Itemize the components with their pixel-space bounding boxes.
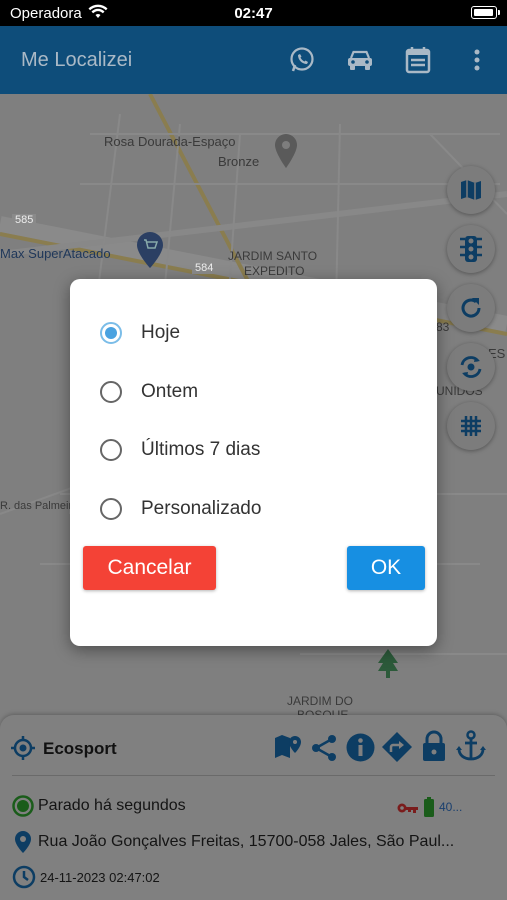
option-ontem-label: Ontem xyxy=(141,381,199,402)
period-selection-dialog: Hoje Ontem Últimos 7 dias Personalizado … xyxy=(70,279,437,646)
radio-ontem[interactable] xyxy=(100,381,122,403)
option-ontem[interactable]: Ontem xyxy=(100,377,198,407)
radio-personalizado[interactable] xyxy=(100,498,122,520)
option-personalizado[interactable]: Personalizado xyxy=(100,494,261,524)
option-ultimos-7-dias-label: Últimos 7 dias xyxy=(141,439,261,460)
option-hoje[interactable]: Hoje xyxy=(100,318,180,348)
cancel-button[interactable]: Cancelar xyxy=(83,546,216,590)
option-ultimos-7-dias[interactable]: Últimos 7 dias xyxy=(100,435,260,465)
radio-ultimos-7-dias[interactable] xyxy=(100,439,122,461)
option-personalizado-label: Personalizado xyxy=(141,498,262,519)
modal-overlay[interactable]: Hoje Ontem Últimos 7 dias Personalizado … xyxy=(0,0,507,900)
ok-button[interactable]: OK xyxy=(347,546,425,590)
radio-hoje[interactable] xyxy=(100,322,122,344)
option-hoje-label: Hoje xyxy=(141,322,181,343)
